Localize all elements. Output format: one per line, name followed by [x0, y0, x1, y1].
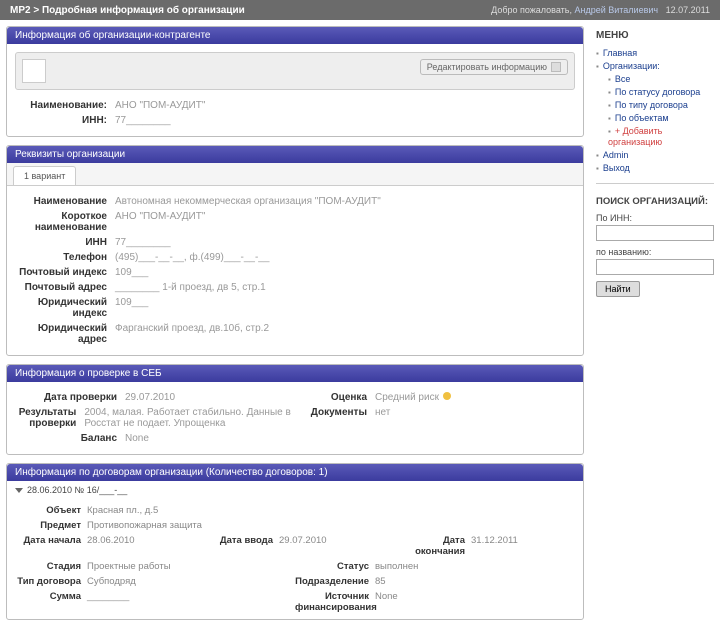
- seb-value: нет: [375, 407, 390, 418]
- menu-exit[interactable]: Выход: [603, 163, 630, 173]
- seb-value: 29.07.2010: [125, 392, 175, 403]
- seb-label: Оценка: [295, 392, 375, 403]
- contract-label: Сумма: [7, 591, 87, 613]
- contract-value: Субподряд: [87, 576, 167, 587]
- req-value: АНО "ПОМ-АУДИТ": [115, 211, 205, 233]
- menu-org[interactable]: Организации:: [603, 61, 660, 71]
- contract-toggle[interactable]: 28.06.2010 № 16/___-__: [7, 481, 583, 499]
- contract-label: Тип договора: [7, 576, 87, 587]
- username[interactable]: Андрей Виталиевич: [574, 5, 658, 15]
- menu-by-object[interactable]: По объектам: [615, 113, 669, 123]
- contract-value: Противопожарная защита: [87, 520, 202, 531]
- req-value: Фарганский проезд, дв.10б, стр.2: [115, 323, 269, 345]
- panel-seb: Информация о проверке в СЕБ Дата проверк…: [6, 364, 584, 455]
- panel-contracts: Информация по договорам организации (Кол…: [6, 463, 584, 620]
- contract-label: Дата ввода: [199, 535, 279, 557]
- search-inn-label: По ИНН:: [596, 213, 714, 223]
- menu-title: МЕНЮ: [596, 30, 714, 41]
- menu-by-type[interactable]: По типу договора: [615, 100, 688, 110]
- req-value: 109___: [115, 267, 148, 278]
- req-label: Короткое наименование: [15, 211, 115, 233]
- panel-org-info: Информация об организации-контрагенте Ре…: [6, 26, 584, 137]
- contract-label: Источник финансирования: [295, 591, 375, 613]
- req-value: (495)___-__-__, ф.(499)___-__-__: [115, 252, 269, 263]
- contract-label: Статус: [295, 561, 375, 572]
- inn-value: 77________: [115, 115, 171, 126]
- menu-by-status[interactable]: По статусу договора: [615, 87, 700, 97]
- panel-header: Информация о проверке в СЕБ: [7, 365, 583, 382]
- seb-value: 2004, малая. Работает стабильно. Данные …: [84, 407, 295, 429]
- name-label: Наименование:: [15, 100, 115, 111]
- name-value: АНО "ПОМ-АУДИТ": [115, 100, 205, 111]
- edit-icon: [551, 62, 561, 72]
- menu-admin[interactable]: Admin: [603, 150, 629, 160]
- req-value: 109___: [115, 297, 148, 319]
- contract-label: Дата начала: [7, 535, 87, 557]
- contract-label: Дата окончания: [391, 535, 471, 557]
- welcome-block: Добро пожаловать, Андрей Виталиевич 12.0…: [491, 5, 710, 15]
- contract-value: 29.07.2010: [279, 535, 359, 557]
- seb-label: Баланс: [15, 433, 125, 444]
- search-block: ПОИСК ОРГАНИЗАЦИЙ: По ИНН: по названию: …: [596, 196, 714, 297]
- req-value: Автономная некоммерческая организация "П…: [115, 196, 381, 207]
- inn-label: ИНН:: [15, 115, 115, 126]
- menu: МЕНЮ Главная Организации: Все По статусу…: [596, 30, 714, 175]
- contract-label: Предмет: [7, 520, 87, 531]
- seb-value: None: [125, 433, 149, 444]
- req-label: Почтовый адрес: [15, 282, 115, 293]
- contract-label: Объект: [7, 505, 87, 516]
- search-button[interactable]: Найти: [596, 281, 640, 297]
- panel-header: Информация об организации-контрагенте: [7, 27, 583, 44]
- search-title: ПОИСК ОРГАНИЗАЦИЙ:: [596, 196, 714, 207]
- seb-label: Документы: [295, 407, 375, 418]
- contract-value: ________: [87, 591, 167, 613]
- req-label: Телефон: [15, 252, 115, 263]
- edit-info-button[interactable]: Редактировать информацию: [420, 59, 568, 75]
- search-name-input[interactable]: [596, 259, 714, 275]
- search-inn-input[interactable]: [596, 225, 714, 241]
- seb-label: Результаты проверки: [15, 407, 84, 429]
- req-value: 77________: [115, 237, 171, 248]
- org-logo-placeholder: [22, 59, 46, 83]
- contract-value: Проектные работы: [87, 561, 171, 572]
- contract-value: 28.06.2010: [87, 535, 167, 557]
- contract-title: 28.06.2010 № 16/___-__: [27, 485, 127, 495]
- contract-value: 31.12.2011: [471, 535, 551, 557]
- menu-add-org[interactable]: + Добавить организацию: [608, 126, 662, 147]
- contract-value: 85: [375, 576, 455, 587]
- risk-indicator-icon: [443, 392, 451, 400]
- req-tabs: 1 вариант: [7, 163, 583, 186]
- req-label: ИНН: [15, 237, 115, 248]
- contract-value: None: [375, 591, 455, 613]
- seb-value: Средний риск: [375, 392, 451, 403]
- search-name-label: по названию:: [596, 247, 714, 257]
- contract-label: Стадия: [7, 561, 87, 572]
- panel-header: Реквизиты организации: [7, 146, 583, 163]
- topbar: MP2 > Подробная информация об организаци…: [0, 0, 720, 20]
- contract-label: Подразделение: [295, 576, 375, 587]
- req-label: Наименование: [15, 196, 115, 207]
- menu-all[interactable]: Все: [615, 74, 631, 84]
- breadcrumb: MP2 > Подробная информация об организаци…: [10, 5, 245, 16]
- req-label: Юридический адрес: [15, 323, 115, 345]
- date: 12.07.2011: [666, 5, 710, 15]
- seb-label: Дата проверки: [15, 392, 125, 403]
- contract-value: Красная пл., д.5: [87, 505, 167, 516]
- chevron-down-icon: [15, 488, 23, 493]
- panel-requisites: Реквизиты организации 1 вариант Наименов…: [6, 145, 584, 356]
- org-header-row: Редактировать информацию: [15, 52, 575, 90]
- req-value: ________ 1-й проезд, дв 5, стр.1: [115, 282, 266, 293]
- tab-variant-1[interactable]: 1 вариант: [13, 166, 76, 185]
- panel-header: Информация по договорам организации (Кол…: [7, 464, 583, 481]
- req-label: Почтовый индекс: [15, 267, 115, 278]
- req-label: Юридический индекс: [15, 297, 115, 319]
- contract-value: выполнен: [375, 561, 455, 572]
- menu-main[interactable]: Главная: [603, 48, 637, 58]
